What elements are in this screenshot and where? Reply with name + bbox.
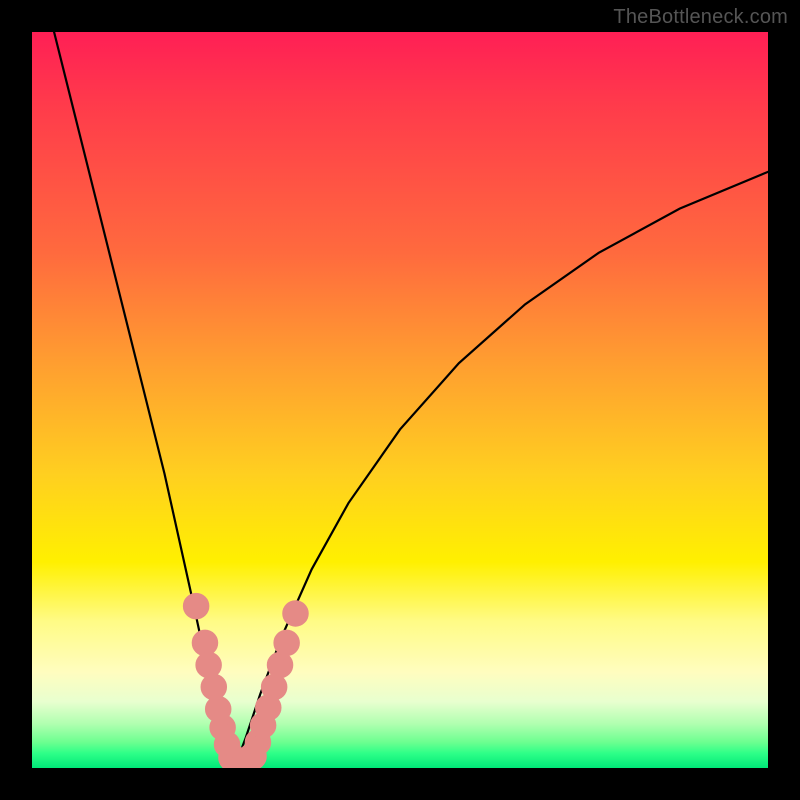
curve-marker-dot (259, 698, 278, 717)
watermark-text: TheBottleneck.com (613, 6, 788, 29)
curve-marker-dot (195, 633, 214, 652)
curve-marker-dot (199, 655, 218, 674)
curve-marker-dot (265, 677, 284, 696)
curve-marker-dot (277, 633, 296, 652)
chart-svg (32, 32, 768, 768)
curve-marker-dot (270, 655, 289, 674)
curve-marker-dot (204, 677, 223, 696)
curve-right-branch (234, 172, 768, 768)
curve-markers (187, 597, 305, 768)
curve-marker-dot (187, 597, 206, 616)
curve-marker-dot (286, 604, 305, 623)
plot-area (32, 32, 768, 768)
chart-container: TheBottleneck.com (0, 0, 800, 800)
